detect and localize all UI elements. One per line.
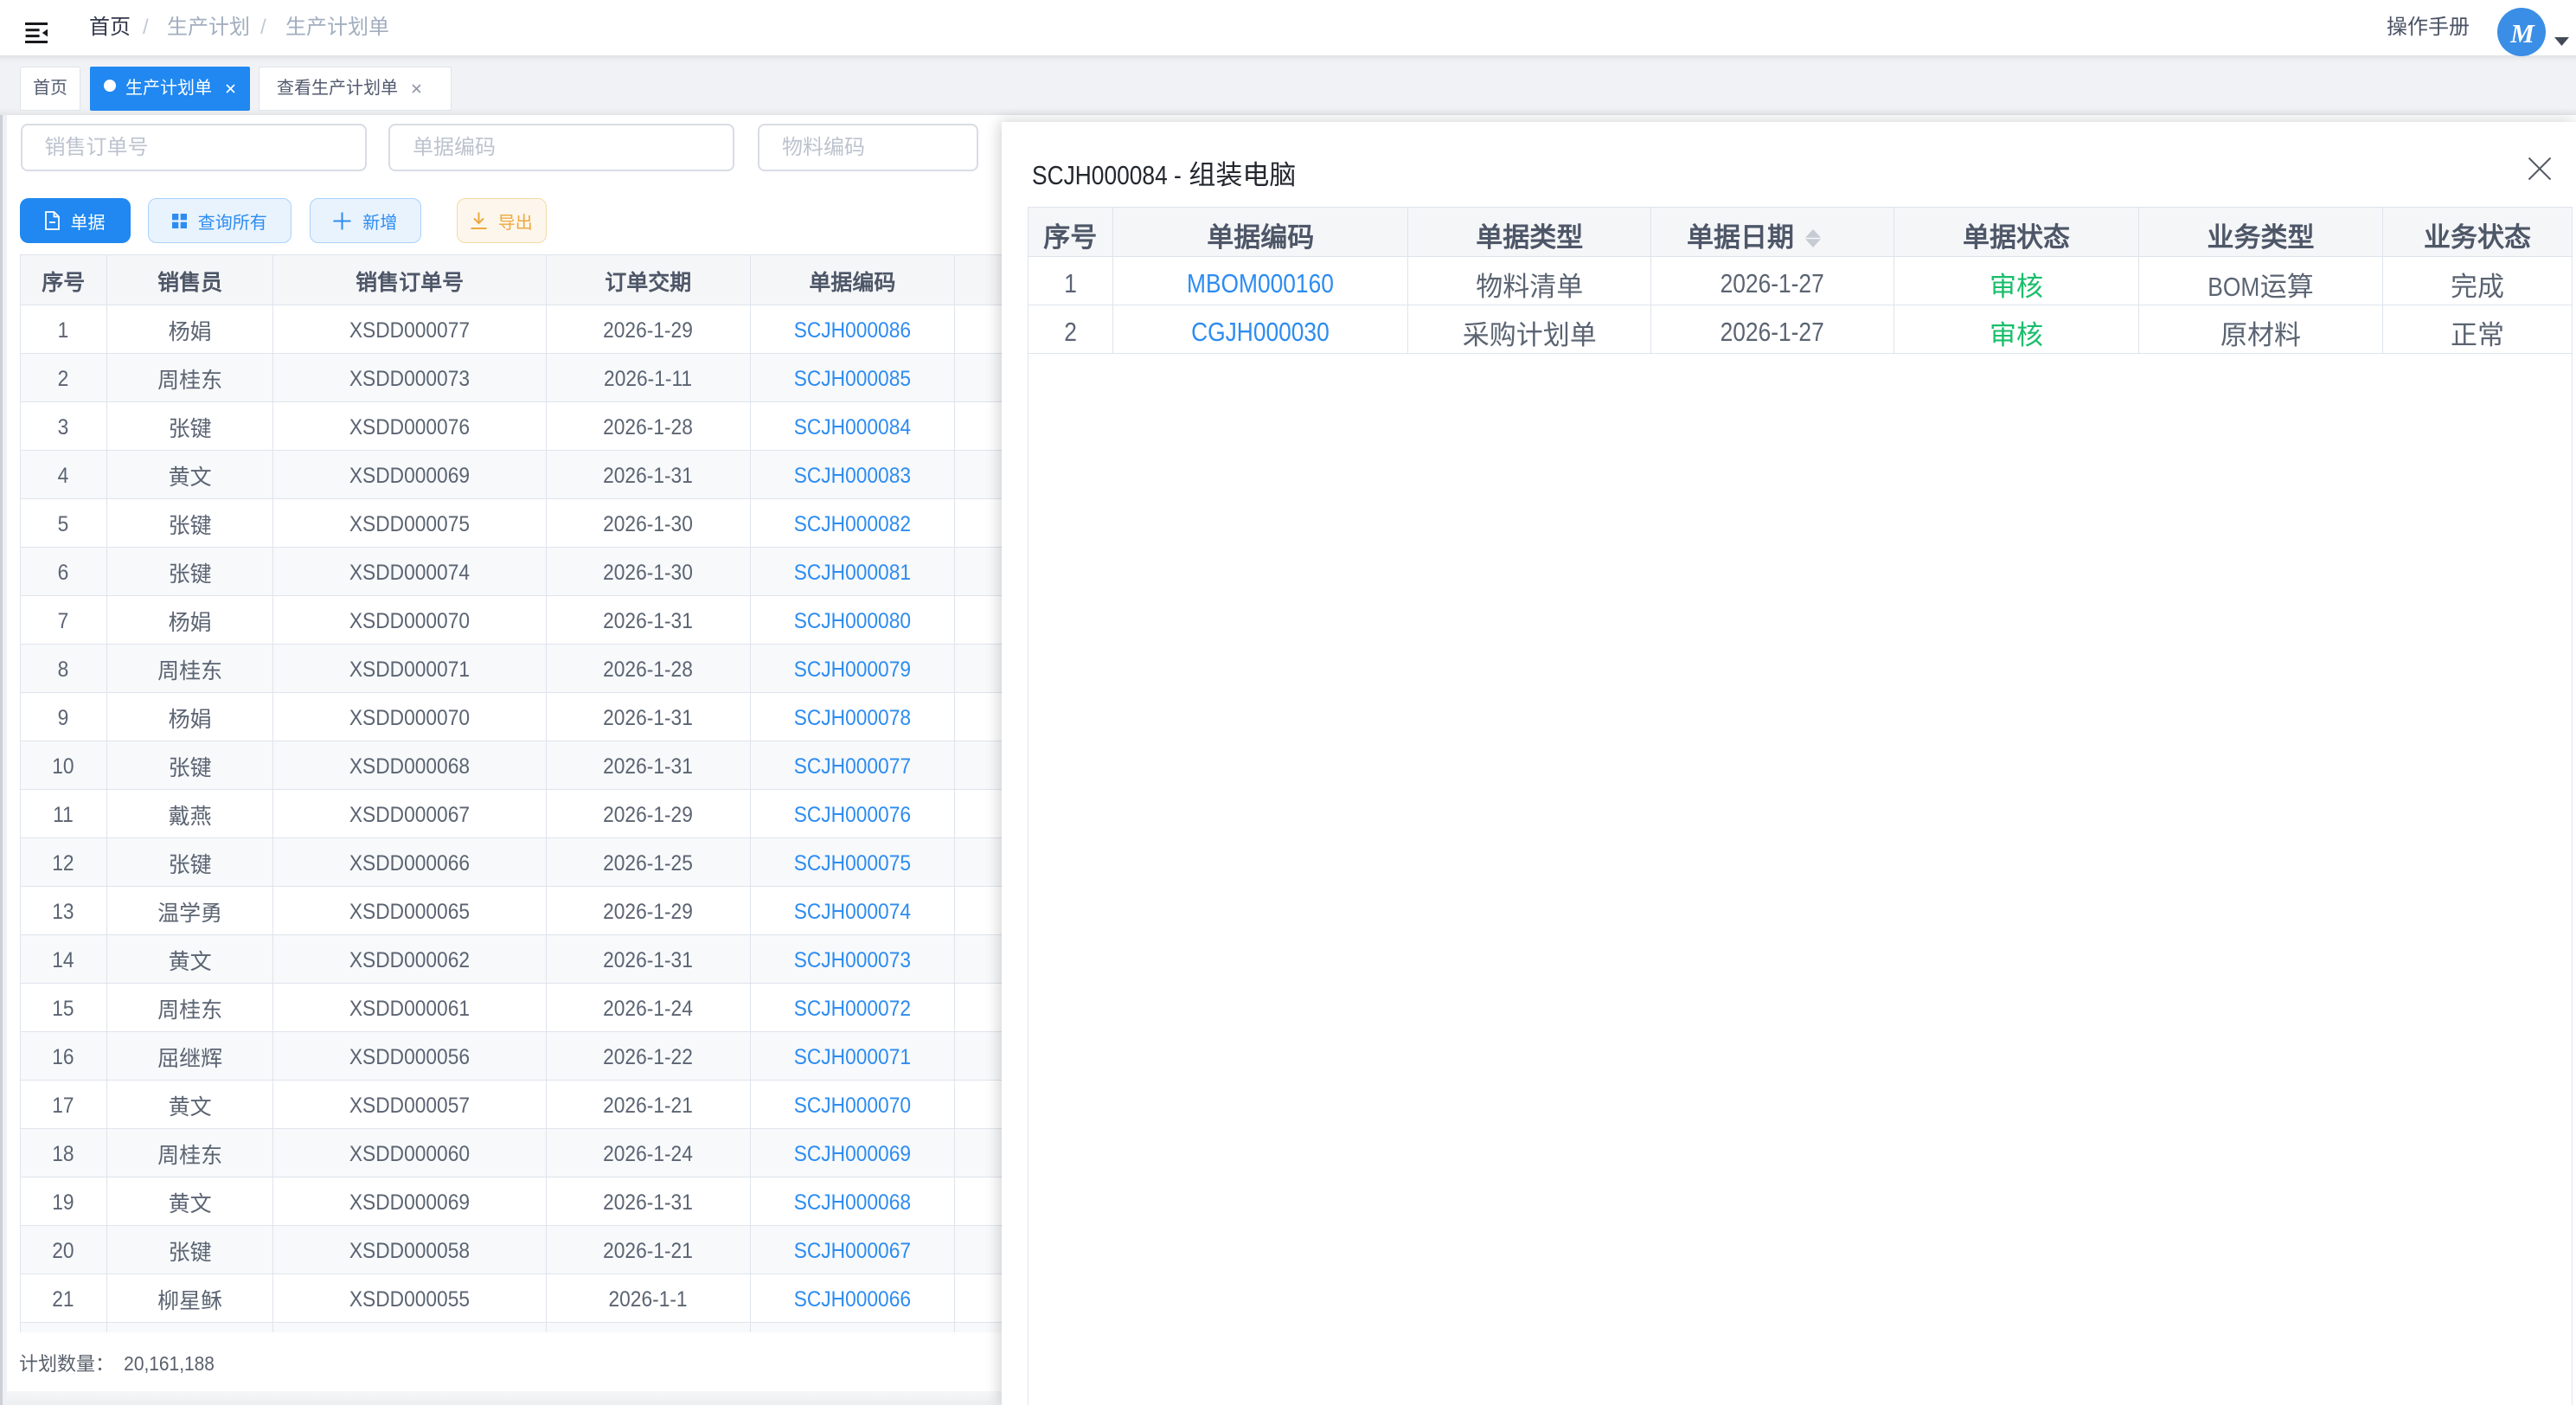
svg-text:M: M [2509,18,2535,48]
